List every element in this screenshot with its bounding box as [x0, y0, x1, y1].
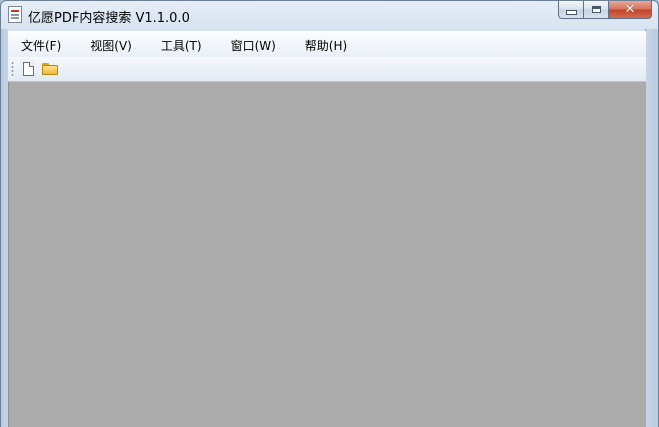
minimize-icon — [565, 10, 577, 15]
menu-bar: 文件(F) 视图(V) 工具(T) 窗口(W) 帮助(H) — [8, 31, 646, 58]
app-document-icon[interactable] — [8, 6, 22, 23]
menu-tools[interactable]: 工具(T) — [148, 37, 212, 54]
new-button[interactable] — [18, 59, 38, 79]
close-icon: ✕ — [624, 2, 636, 17]
toolbar — [8, 57, 646, 82]
app-window: 亿愿PDF内容搜索 V1.1.0.0 ✕ 文件(F) 视图(V) 工具(T) 窗… — [0, 0, 659, 427]
maximize-button[interactable] — [584, 1, 609, 19]
open-folder-icon — [42, 63, 58, 75]
menu-window[interactable]: 窗口(W) — [218, 37, 286, 54]
title-bar[interactable]: 亿愿PDF内容搜索 V1.1.0.0 ✕ — [1, 1, 658, 29]
open-button[interactable] — [40, 59, 60, 79]
toolbar-grip-handle[interactable] — [11, 61, 14, 77]
menu-view[interactable]: 视图(V) — [77, 37, 142, 54]
window-right-frame — [645, 29, 658, 427]
window-left-frame — [1, 29, 8, 427]
menu-file[interactable]: 文件(F) — [8, 37, 71, 54]
mdi-workspace — [8, 82, 646, 427]
menu-help[interactable]: 帮助(H) — [292, 37, 357, 54]
window-title: 亿愿PDF内容搜索 V1.1.0.0 — [28, 11, 190, 26]
maximize-icon — [591, 6, 601, 13]
caption-buttons: ✕ — [558, 1, 652, 21]
new-document-icon — [22, 62, 34, 76]
close-button[interactable]: ✕ — [609, 1, 652, 19]
minimize-button[interactable] — [558, 1, 584, 19]
